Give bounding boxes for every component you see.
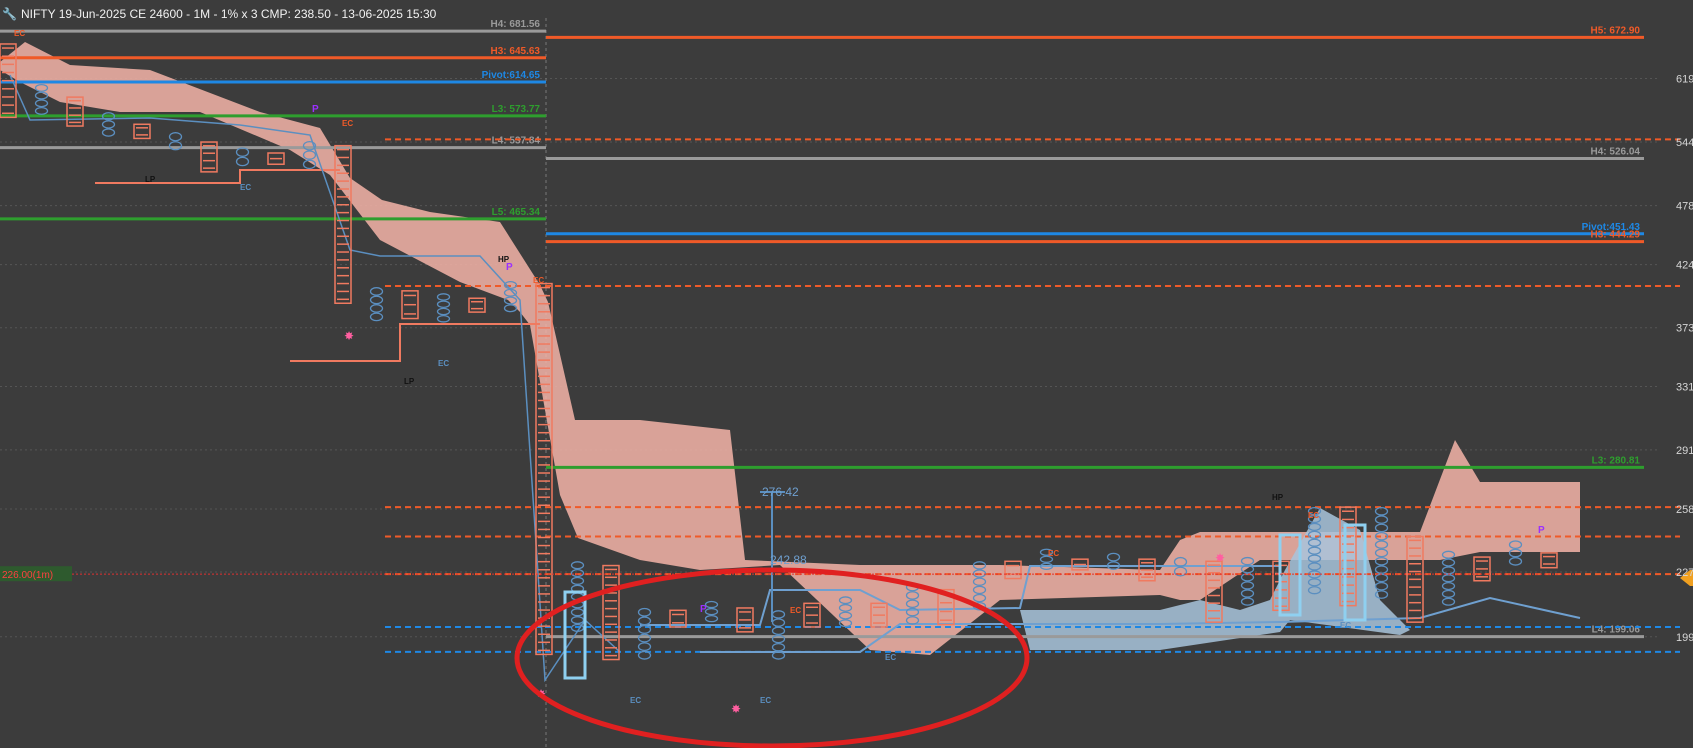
level-label-left: L5: 465.34 [492,207,541,218]
pnf-chart[interactable]: H4: 681.56 H3: 645.63 Pivot:614.65 L3: 573.… [0,0,1693,748]
level-label-left: H3: 645.63 [491,46,541,57]
marker-label: 226.00(1m) [2,570,53,581]
y-tick-label: 199 [1676,632,1693,644]
annotation-label: EC [14,29,25,38]
level-label-left: Pivot:614.65 [482,70,541,81]
y-tick-label: 227 [1676,567,1693,579]
annotation-label: P [312,104,319,115]
annotation-label: P [700,604,707,615]
annotation-label: EC [790,606,801,615]
price-label-high: 276.42 [762,485,799,499]
annotation-label: EC [630,696,641,705]
annotation-label: EC [1340,621,1351,630]
annotation-label: EC [1308,511,1319,520]
price-label-low: 242.88 [770,553,807,567]
y-tick-label: 619 [1676,73,1693,85]
level-label-right: H5: 672.90 [1591,25,1641,36]
y-tick-label: 373 [1676,323,1693,335]
chart-title: 🔧 NIFTY 19-Jun-2025 CE 24600 - 1M - 1% x… [2,6,436,22]
level-label-right: L3: 280.81 [1592,455,1641,466]
annotation-label: EC [885,653,896,662]
star-icon: ✸ [344,329,354,343]
level-label-right: H4: 526.04 [1591,147,1641,158]
y-tick-label: 331 [1676,381,1693,393]
annotation-label: HP [1272,493,1284,502]
y-tick-label: 291 [1676,445,1693,457]
annotation-label: LP [145,175,156,184]
level-label-right: H3: 444.29 [1591,230,1641,241]
annotation-label: EC [1048,549,1059,558]
y-tick-label: 424 [1676,260,1693,272]
annotation-label: EC [342,119,353,128]
annotation-label: P [1538,525,1545,536]
star-icon: ✸ [731,702,741,716]
annotation-label: EC [533,276,544,285]
wrench-icon[interactable]: 🔧 [2,7,17,21]
annotation-label: EC [240,183,251,192]
chart-title-text: NIFTY 19-Jun-2025 CE 24600 - 1M - 1% x 3… [20,7,437,21]
level-label-left: L4: 537.84 [492,136,541,147]
level-label-left: H4: 681.56 [491,19,541,30]
star-icon: ✸ [1215,551,1225,565]
y-tick-label: 258 [1676,504,1693,516]
level-label-left: L3: 573.77 [492,104,541,115]
annotation-label: EC [760,696,771,705]
annotation-label: P [506,262,513,273]
y-tick-label: 478 [1676,201,1693,213]
annotation-label: EC [438,359,449,368]
y-tick-label: 544 [1676,137,1693,149]
annotation-label: LP [404,377,415,386]
